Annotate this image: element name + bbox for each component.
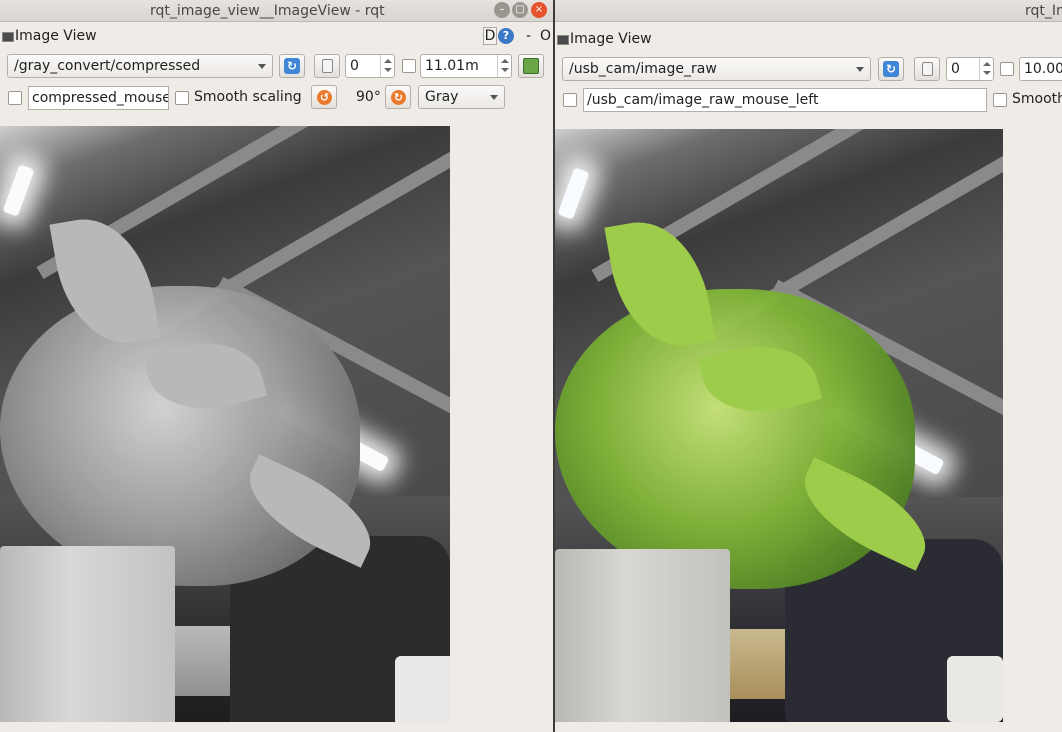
right-mouse-topic-input[interactable]: /usb_cam/image_raw_mouse_left [583, 88, 987, 112]
right-pause-button[interactable] [914, 57, 940, 81]
right-pause-spinbox[interactable]: 0 [946, 57, 994, 81]
rotation-angle-label: 90° [356, 89, 381, 105]
left-topic-value: /gray_convert/compressed [14, 58, 201, 74]
white-cup [947, 656, 1003, 722]
left-pause-value: 0 [350, 58, 359, 74]
minimize-plugin-button[interactable]: - [526, 28, 531, 44]
plugin-window-icon [557, 35, 569, 45]
left-pause-spinbox[interactable]: 0 [345, 54, 395, 78]
right-dynamic-range-checkbox[interactable] [1000, 62, 1014, 76]
chevron-down-icon [856, 67, 864, 72]
left-topic-select[interactable]: /gray_convert/compressed [7, 54, 273, 78]
right-timeout-value: 10.00 [1024, 61, 1062, 77]
refresh-icon: ↻ [284, 58, 300, 74]
left-pause-button[interactable] [314, 54, 340, 78]
right-smooth-scaling-checkbox[interactable] [993, 93, 1007, 107]
pause-icon [922, 62, 933, 76]
left-timeout-spinbox[interactable]: 11.01m [420, 54, 512, 78]
left-refresh-button[interactable]: ↻ [279, 54, 305, 78]
left-smooth-scaling-label: Smooth scaling [194, 89, 302, 105]
left-timeout-value: 11.01m [425, 58, 479, 74]
left-mouse-topic-input[interactable]: compressed_mouse_ [28, 86, 169, 110]
left-camera-image[interactable] [0, 126, 450, 722]
left-plugin-header: Image View D ? - O [0, 26, 553, 48]
plant-pot [0, 546, 175, 722]
left-dynamic-range-checkbox[interactable] [402, 59, 416, 73]
right-topic-select[interactable]: /usb_cam/image_raw [562, 57, 871, 81]
close-plugin-button[interactable]: O [540, 28, 551, 44]
plugin-window-icon [2, 32, 14, 42]
right-pause-value: 0 [951, 61, 960, 77]
right-title-bar[interactable]: rqt_Im [555, 0, 1062, 22]
rotate-left-icon: ↺ [317, 90, 332, 105]
left-smooth-scaling-checkbox[interactable] [175, 91, 189, 105]
right-refresh-button[interactable]: ↻ [878, 57, 904, 81]
minimize-icon[interactable]: – [494, 2, 510, 18]
right-rqt-window: rqt_Im Image View /usb_cam/image_raw ↻ 0… [555, 0, 1062, 732]
color-scheme-value: Gray [425, 89, 459, 105]
right-timeout-spinbox[interactable]: 10.00 [1019, 57, 1062, 81]
chevron-down-icon [258, 64, 266, 69]
right-mouse-topic-value: /usb_cam/image_raw_mouse_left [587, 92, 819, 108]
white-cup [395, 656, 450, 722]
left-plugin-title: Image View [15, 28, 97, 44]
help-icon[interactable]: ? [498, 28, 514, 44]
right-smooth-scaling-label: Smooth [1012, 91, 1062, 107]
right-window-title: rqt_Im [1025, 3, 1062, 19]
color-scheme-select[interactable]: Gray [418, 85, 505, 109]
dock-d-button[interactable]: D [483, 27, 497, 45]
maximize-icon[interactable]: □ [512, 2, 528, 18]
pause-icon [322, 59, 333, 73]
spin-arrows-icon[interactable] [380, 55, 394, 77]
plant-pot [555, 549, 730, 722]
left-window-title: rqt_image_view__ImageView - rqt [150, 3, 385, 19]
refresh-icon: ↻ [883, 61, 899, 77]
rotate-right-button[interactable]: ↻ [385, 85, 411, 109]
left-save-image-button[interactable] [518, 54, 544, 78]
right-publish-mouse-checkbox[interactable] [563, 93, 577, 107]
left-mouse-topic-value: compressed_mouse_ [32, 90, 169, 106]
right-plugin-header: Image View [555, 29, 1062, 51]
save-image-icon [523, 58, 539, 74]
left-publish-mouse-checkbox[interactable] [8, 91, 22, 105]
spin-arrows-icon[interactable] [979, 58, 993, 80]
right-topic-value: /usb_cam/image_raw [569, 61, 717, 77]
left-rqt-window: rqt_image_view__ImageView - rqt – □ × Im… [0, 0, 553, 732]
right-plugin-title: Image View [570, 31, 652, 47]
chevron-down-icon [490, 95, 498, 100]
right-camera-image[interactable] [555, 129, 1003, 722]
close-icon[interactable]: × [531, 2, 547, 18]
rotate-right-icon: ↻ [391, 90, 406, 105]
rotate-left-button[interactable]: ↺ [311, 85, 337, 109]
left-title-bar[interactable]: rqt_image_view__ImageView - rqt – □ × [0, 0, 553, 22]
spin-arrows-icon[interactable] [497, 55, 511, 77]
